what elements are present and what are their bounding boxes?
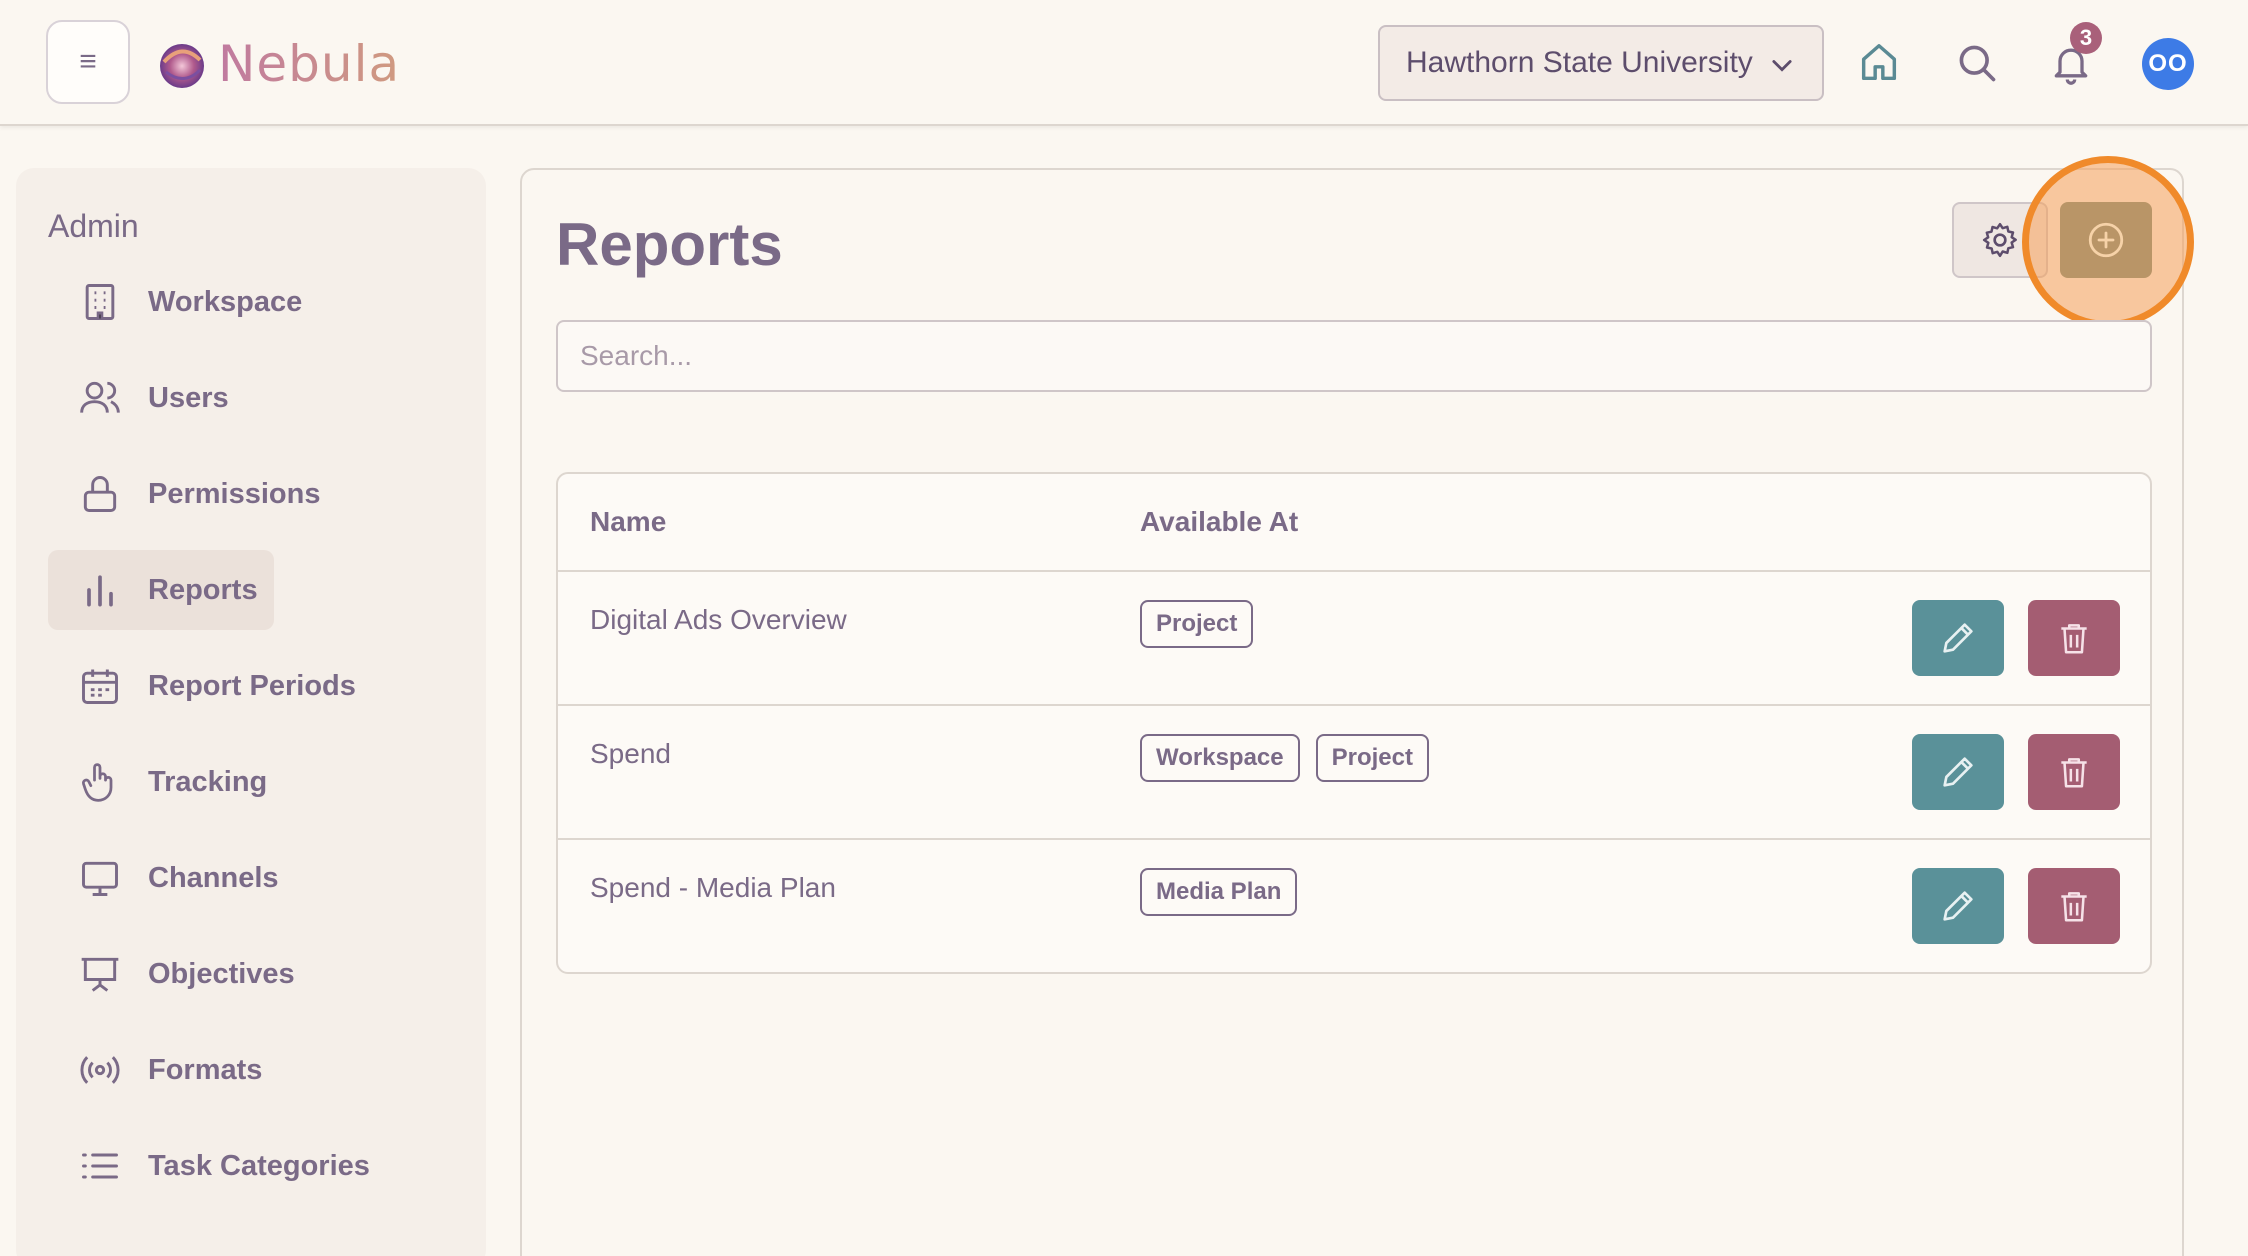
pencil-icon <box>1943 623 1973 653</box>
row-tags: Workspace Project <box>1140 734 1429 782</box>
logo-text: Nebula <box>218 35 401 93</box>
sidebar-item-label: Users <box>148 381 229 414</box>
sidebar-item-reports[interactable]: Reports <box>48 550 274 630</box>
column-header-name: Name <box>590 506 667 537</box>
sidebar-item-label: Objectives <box>148 957 295 990</box>
sidebar-item-task-categories[interactable]: Task Categories <box>48 1126 386 1206</box>
pencil-icon <box>1943 891 1973 921</box>
table-row: Spend - Media Plan Media Plan <box>558 838 2150 972</box>
search-input[interactable] <box>556 320 2152 392</box>
hamburger-icon: ≡ <box>79 45 97 78</box>
sidebar-item-label: Reports <box>148 573 258 606</box>
sidebar-item-label: Report Periods <box>148 669 356 702</box>
row-name: Spend <box>590 738 671 769</box>
column-header-available-at: Available At <box>1140 506 1299 537</box>
lock-icon <box>76 470 124 518</box>
sidebar-item-label: Task Categories <box>148 1149 370 1182</box>
main-panel: Reports Name Available At Digital Ads Ov… <box>520 156 2194 1256</box>
sidebar-item-label: Tracking <box>148 765 268 798</box>
monitor-icon <box>76 854 124 902</box>
row-tags: Media Plan <box>1140 868 1298 916</box>
gear-icon <box>1982 222 2017 258</box>
sidebar-item-objectives[interactable]: Objectives <box>48 934 311 1014</box>
sidebar-item-users[interactable]: Users <box>48 358 245 438</box>
page-title: Reports <box>556 211 783 278</box>
nebula-logo-icon <box>160 44 204 88</box>
sidebar-item-report-periods[interactable]: Report Periods <box>48 646 372 726</box>
trash-icon <box>2061 892 2087 922</box>
sidebar-item-channels[interactable]: Channels <box>48 838 295 918</box>
broadcast-icon <box>76 1046 124 1094</box>
edit-button[interactable] <box>1912 734 2004 810</box>
row-name: Spend - Media Plan <box>590 872 836 903</box>
home-button[interactable] <box>1850 34 1908 92</box>
organization-select[interactable]: Hawthorn State University <box>1378 25 1824 101</box>
tag: Project <box>1140 600 1254 648</box>
sidebar-item-tracking[interactable]: Tracking <box>48 742 283 822</box>
delete-button[interactable] <box>2028 868 2120 944</box>
users-icon <box>76 374 124 422</box>
edit-button[interactable] <box>1912 868 2004 944</box>
presentation-icon <box>76 950 124 998</box>
calendar-icon <box>76 662 124 710</box>
avatar[interactable]: OO <box>2142 38 2194 90</box>
plus-circle-icon <box>2088 222 2124 258</box>
sidebar-item-workspace[interactable]: Workspace <box>48 262 318 342</box>
bar-chart-icon <box>76 566 124 614</box>
list-icon <box>76 1142 124 1190</box>
sidebar: Admin Workspace Users Permissions Report… <box>16 168 486 1256</box>
row-tags: Project <box>1140 600 1254 648</box>
delete-button[interactable] <box>2028 600 2120 676</box>
table-row: Spend Workspace Project <box>558 704 2150 838</box>
building-icon <box>76 278 124 326</box>
sidebar-item-formats[interactable]: Formats <box>48 1030 278 1110</box>
delete-button[interactable] <box>2028 734 2120 810</box>
top-header: ≡ Nebula Hawthorn State University 3 OO <box>0 0 2248 126</box>
sidebar-item-label: Formats <box>148 1053 263 1086</box>
app-logo[interactable]: Nebula <box>154 30 400 98</box>
organization-select-value: Hawthorn State University <box>1406 46 1753 79</box>
sidebar-item-permissions[interactable]: Permissions <box>48 454 336 534</box>
menu-button[interactable]: ≡ <box>46 20 130 104</box>
edit-button[interactable] <box>1912 600 2004 676</box>
trash-icon <box>2061 624 2087 654</box>
tag: Project <box>1315 734 1429 782</box>
sidebar-item-label: Workspace <box>148 285 303 318</box>
sidebar-item-label: Permissions <box>148 477 321 510</box>
tag: Media Plan <box>1140 868 1298 916</box>
home-icon <box>1861 44 1897 81</box>
table-row: Digital Ads Overview Project <box>558 570 2150 704</box>
sidebar-item-label: Channels <box>148 861 279 894</box>
notification-badge: 3 <box>2070 22 2102 54</box>
sidebar-title: Admin <box>48 208 139 244</box>
add-report-button[interactable] <box>2060 202 2152 278</box>
trash-icon <box>2061 758 2087 788</box>
pointer-hand-icon <box>76 758 124 806</box>
search-button[interactable] <box>1948 34 2006 92</box>
search-icon <box>1959 45 1996 82</box>
chevron-down-icon <box>1772 60 1792 72</box>
tag: Workspace <box>1140 734 1300 782</box>
row-name: Digital Ads Overview <box>590 604 847 635</box>
reports-table: Name Available At Digital Ads Overview P… <box>556 472 2152 974</box>
pencil-icon <box>1943 757 1973 787</box>
